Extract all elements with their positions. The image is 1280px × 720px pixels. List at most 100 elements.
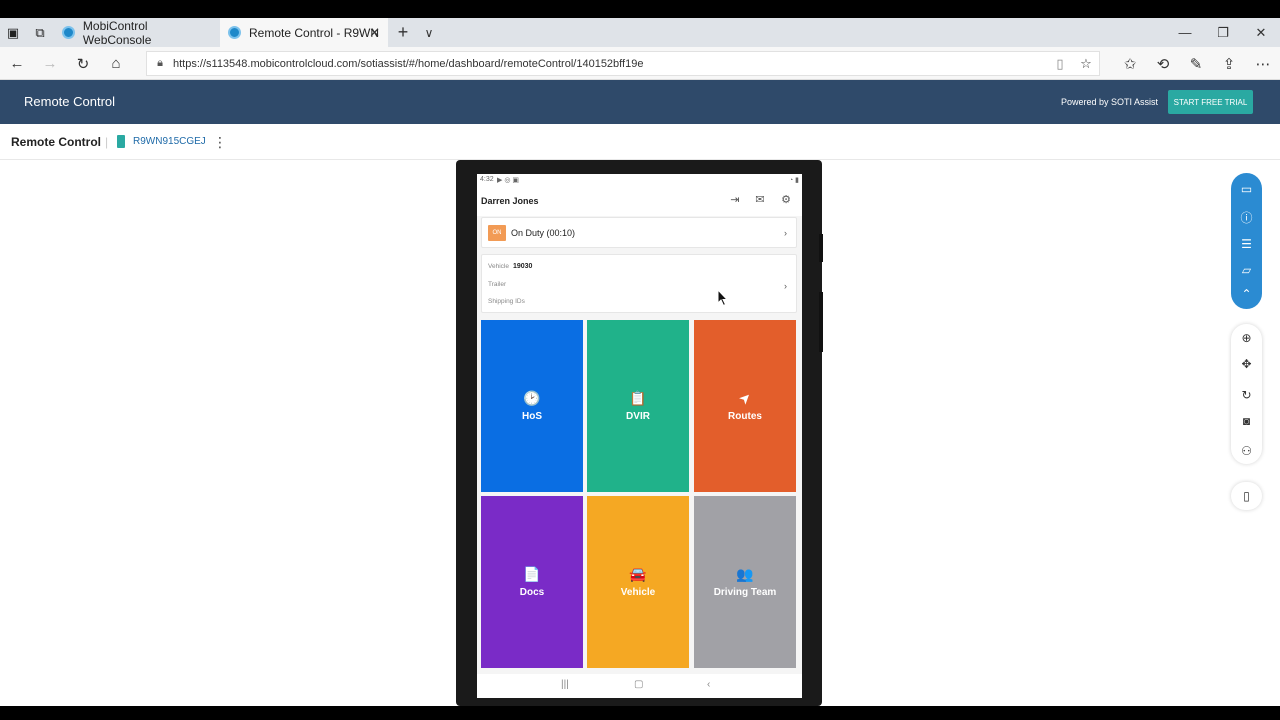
vehicle-info-card[interactable]: Vehicle 19030 Trailer Shipping IDs › <box>481 254 797 313</box>
browser-tab-strip: ▣ ⧉ MobiControl WebConsole Remote Contro… <box>0 18 1280 47</box>
tile-label: Driving Team <box>713 586 777 598</box>
tab-list-chevron-icon[interactable]: ∨ <box>416 18 442 47</box>
trailer-label: Trailer <box>488 281 507 288</box>
device-info-icon[interactable]: ⓘ <box>1231 206 1262 228</box>
tile-dvir[interactable]: 📋 DVIR <box>587 320 689 492</box>
tab-label: Remote Control - R9WN <box>249 25 380 40</box>
mouse-cursor-icon <box>717 289 729 307</box>
url-text: https://s113548.mobicontrolcloud.com/sot… <box>173 57 644 70</box>
collapse-chevron-up-icon[interactable]: ⌃ <box>1231 283 1262 305</box>
device-skin-icon[interactable]: ▯ <box>1231 485 1262 507</box>
clipboard-icon: 📋 <box>629 389 647 406</box>
driver-name: Darren Jones <box>481 196 539 206</box>
status-notification-icons: ▶ ◎ ▣ <box>497 177 519 184</box>
car-icon: 🚘 <box>629 565 647 582</box>
favorite-star-icon[interactable]: ☆ <box>1073 56 1099 72</box>
move-arrows-icon[interactable]: ✥ <box>1231 353 1262 375</box>
vehicle-value: 19030 <box>512 263 533 270</box>
vehicle-row: Vehicle 19030 <box>488 263 532 270</box>
logs-icon[interactable]: ☰ <box>1231 233 1262 255</box>
browser-tab-remote-control[interactable]: Remote Control - R9WN ✕ <box>220 18 388 47</box>
app-header: Remote Control Powered by SOTI Assist ST… <box>0 80 1280 124</box>
navigation-arrow-icon: ➤ <box>735 387 755 408</box>
chevron-right-icon: › <box>784 281 787 291</box>
tile-label: Routes <box>728 410 762 422</box>
close-window-icon[interactable]: ✕ <box>1242 18 1280 47</box>
close-tab-icon[interactable]: ✕ <box>369 25 380 41</box>
tile-label: Docs <box>519 586 545 598</box>
tab-label: MobiControl WebConsole <box>82 18 152 47</box>
rotate-icon[interactable]: ↻ <box>1231 384 1262 406</box>
view-controls-toolbar: ⊕ ✥ ↻ ◙ ⚇ <box>1231 324 1262 464</box>
address-bar[interactable]: 🔒︎ https://s113548.mobicontrolcloud.com/… <box>146 51 1100 76</box>
shipping-ids-label: Shipping IDs <box>488 298 525 305</box>
driver-header: Darren Jones ⇥ ✉ ⚙ <box>477 186 802 216</box>
recent-apps-icon[interactable]: ||| <box>561 679 569 690</box>
tile-driving-team[interactable]: 👥 Driving Team <box>694 496 796 668</box>
device-skin-toggle: ▯ <box>1231 482 1262 510</box>
tile-routes[interactable]: ➤ Routes <box>694 320 796 492</box>
tile-hos[interactable]: 🕑 HoS <box>481 320 583 492</box>
lock-icon: 🔒︎ <box>157 57 163 69</box>
vehicle-label: Vehicle <box>488 263 509 270</box>
forward-icon[interactable]: → <box>35 47 65 80</box>
soti-favicon-icon <box>228 26 241 39</box>
logout-icon[interactable]: ⇥ <box>728 193 742 207</box>
tile-label: HoS <box>522 410 542 422</box>
tile-label: Vehicle <box>620 586 656 598</box>
back-icon[interactable]: ← <box>2 47 32 80</box>
window-frame: ▣ ⧉ MobiControl WebConsole Remote Contro… <box>0 0 1280 720</box>
tab-actions-icon[interactable]: ▣ <box>0 18 26 47</box>
camera-screenshot-icon[interactable]: ◙ <box>1231 410 1262 432</box>
powered-by-text: Powered by SOTI Assist <box>1061 97 1159 107</box>
user-icon[interactable]: ⚇ <box>1231 440 1262 462</box>
zoom-in-icon[interactable]: ⊕ <box>1231 327 1262 349</box>
device-phone-icon <box>117 135 125 148</box>
cast-screen-icon[interactable]: ▭ <box>1231 178 1262 200</box>
device-power-button <box>819 292 823 352</box>
people-icon: 👥 <box>736 565 754 582</box>
tile-docs[interactable]: 📄 Docs <box>481 496 583 668</box>
minimize-icon[interactable]: — <box>1166 18 1204 47</box>
restore-icon[interactable]: ❐ <box>1204 18 1242 47</box>
favorites-icon[interactable]: ✩ <box>1115 47 1145 80</box>
device-name-link[interactable]: R9WN915CGEJ <box>133 136 206 147</box>
kebab-menu-icon[interactable]: ⋮ <box>213 134 227 151</box>
taskbar-edge <box>0 706 1280 720</box>
document-icon: 📄 <box>523 565 541 582</box>
refresh-icon[interactable]: ↻ <box>68 47 98 80</box>
browser-toolbar: ← → ↻ ⌂ 🔒︎ https://s113548.mobicontrolcl… <box>0 47 1280 80</box>
mail-icon[interactable]: ✉ <box>753 193 767 207</box>
home-icon[interactable]: ⌂ <box>101 47 131 80</box>
breadcrumb-separator: | <box>105 135 109 149</box>
start-free-trial-button[interactable]: START FREE TRIAL <box>1168 90 1253 114</box>
duty-status-card[interactable]: ON On Duty (00:10) › <box>481 217 797 248</box>
android-home-icon[interactable]: ▢ <box>634 679 643 690</box>
more-icon[interactable]: ⋯ <box>1248 47 1278 80</box>
soti-favicon-icon <box>62 26 75 39</box>
tile-vehicle[interactable]: 🚘 Vehicle <box>587 496 689 668</box>
share-icon[interactable]: ⇪ <box>1214 47 1244 80</box>
set-aside-tabs-icon[interactable]: ⧉ <box>27 18 53 47</box>
status-time: 4:32 <box>480 176 494 183</box>
status-battery-icon: ◔ ▮ <box>788 177 799 184</box>
reading-view-icon[interactable]: ▯ <box>1047 56 1073 72</box>
chevron-right-icon: › <box>784 228 787 238</box>
remote-actions-toolbar: ▭ ⓘ ☰ ▱ ⌃ <box>1231 173 1262 309</box>
duty-badge: ON <box>488 225 506 241</box>
device-screen[interactable]: 4:32 ▶ ◎ ▣ ◔ ▮ Darren Jones ⇥ ✉ ⚙ ON On … <box>477 174 802 698</box>
history-icon[interactable]: ⟲ <box>1148 47 1178 80</box>
android-nav-bar: ||| ▢ ‹ <box>477 674 802 698</box>
browser-tab-webconsole[interactable]: MobiControl WebConsole <box>54 18 218 47</box>
tile-label: DVIR <box>626 410 650 422</box>
android-back-icon[interactable]: ‹ <box>707 679 710 690</box>
pen-icon[interactable]: ✎ <box>1181 47 1211 80</box>
device-status-bar: 4:32 ▶ ◎ ▣ ◔ ▮ <box>477 174 802 186</box>
settings-gear-icon[interactable]: ⚙ <box>779 193 793 207</box>
device-volume-button <box>819 234 823 262</box>
breadcrumb: Remote Control | R9WN915CGEJ ⋮ <box>0 124 1280 160</box>
folder-icon[interactable]: ▱ <box>1231 259 1262 281</box>
clock-icon: 🕑 <box>523 389 541 406</box>
page-title: Remote Control <box>11 135 101 149</box>
new-tab-icon[interactable]: + <box>390 18 416 47</box>
